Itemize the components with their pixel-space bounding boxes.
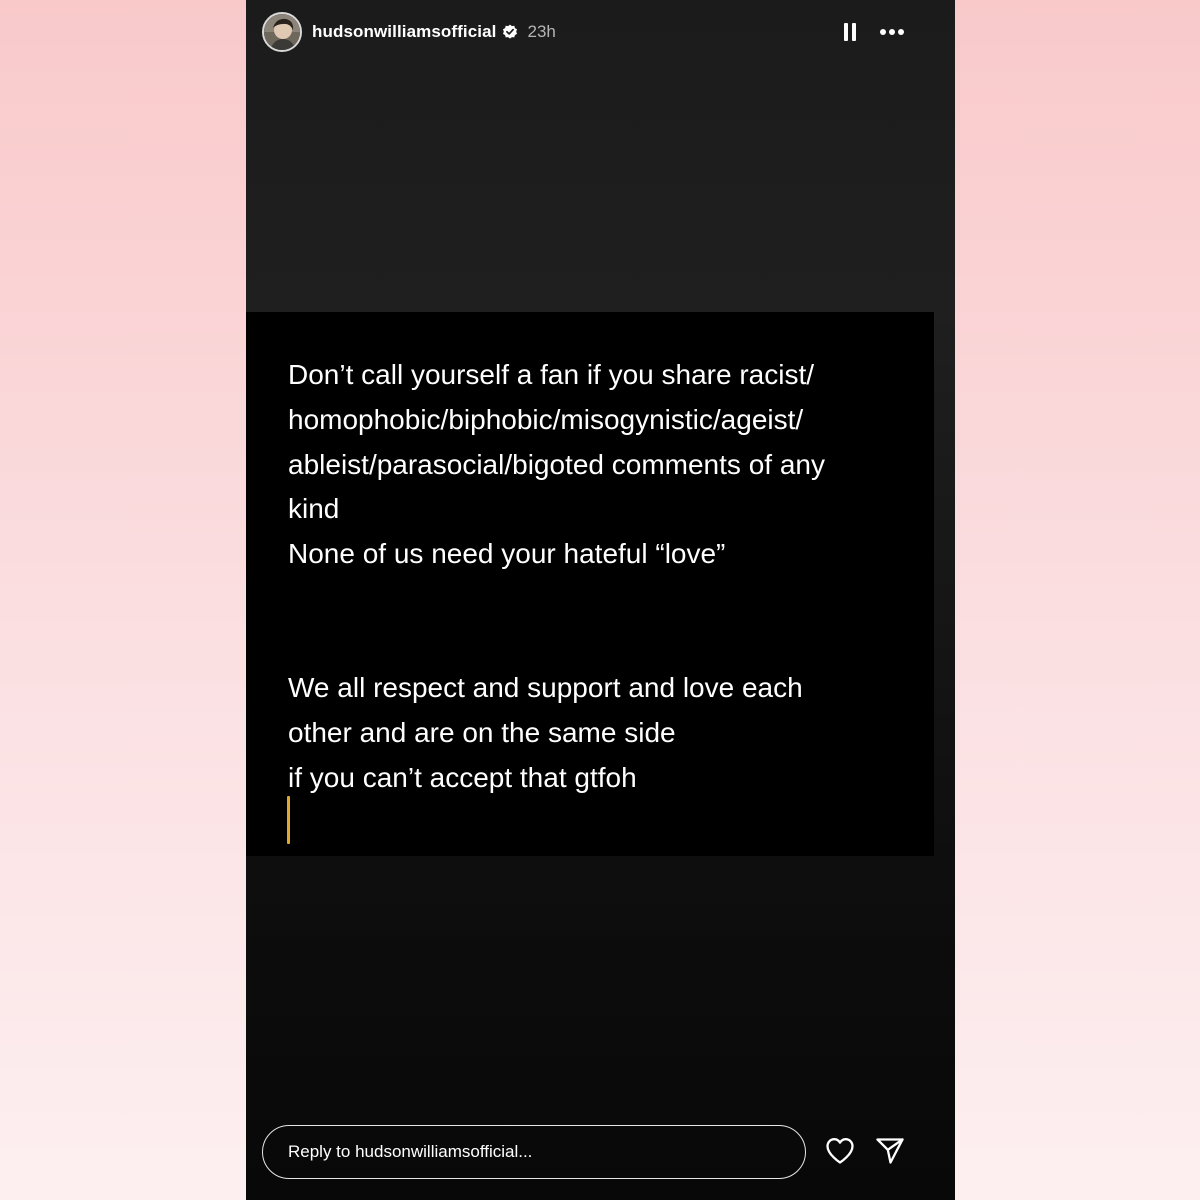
send-icon[interactable] — [874, 1135, 906, 1167]
heart-icon[interactable] — [824, 1135, 856, 1167]
story-text-line: ableist/parasocial/bigoted comments of a… — [288, 448, 825, 480]
story-text-line: None of us need your hateful “love” — [288, 538, 726, 570]
story-text-line: kind — [288, 493, 340, 525]
story-text-line: other and are on the same side — [288, 716, 676, 748]
story-text-block-2: We all respect and support and love each… — [288, 666, 908, 800]
verified-badge-icon — [502, 24, 518, 40]
post-timestamp: 23h — [527, 22, 556, 41]
header-controls — [843, 22, 939, 42]
story-header: hudsonwilliamsofficial 23h — [262, 12, 939, 52]
avatar-photo — [264, 14, 300, 50]
reply-input[interactable]: Reply to hudsonwilliamsofficial... — [262, 1125, 806, 1179]
story-text-line: Don’t call yourself a fan if you share r… — [288, 359, 815, 390]
story-text-line: homophobic/biphobic/misogynistic/ageist/ — [288, 403, 804, 435]
username[interactable]: hudsonwilliamsofficial — [312, 22, 497, 42]
story-text-block-1: Don’t call yourself a fan if you share r… — [288, 353, 908, 577]
story-text-line: We all respect and support and love each — [288, 672, 803, 703]
reply-placeholder: Reply to hudsonwilliamsofficial... — [288, 1142, 533, 1161]
story-viewer: hudsonwilliamsofficial 23h Don’t call yo… — [246, 0, 955, 1200]
story-text-card: Don’t call yourself a fan if you share r… — [246, 312, 934, 856]
text-cursor — [287, 796, 290, 844]
more-options-icon[interactable] — [879, 28, 905, 36]
avatar[interactable] — [262, 12, 302, 52]
story-text-line: if you can’t accept that gtfoh — [288, 761, 637, 793]
pause-icon[interactable] — [843, 22, 857, 42]
